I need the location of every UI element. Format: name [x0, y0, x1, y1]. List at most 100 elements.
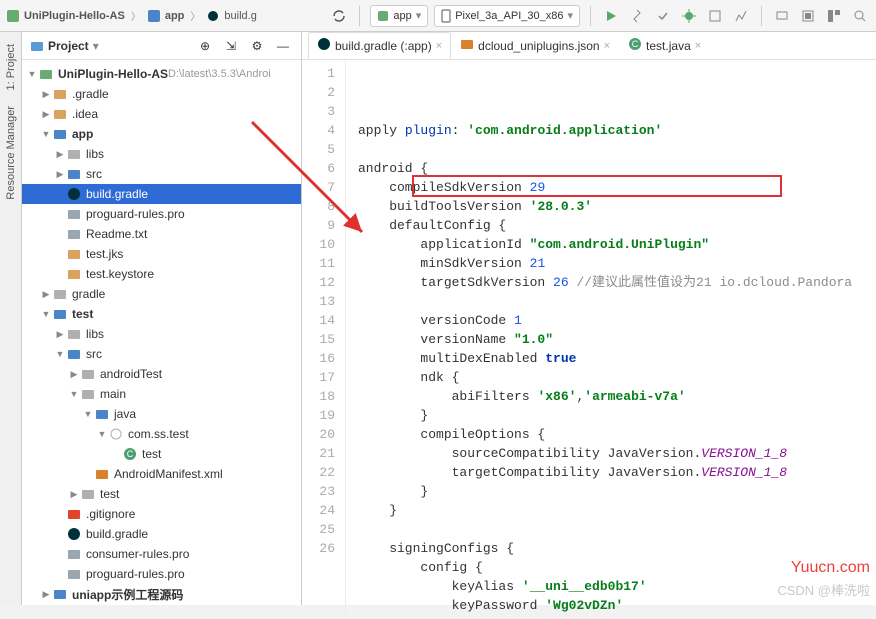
code-line[interactable]: }	[358, 406, 876, 425]
gear-icon[interactable]: ⚙	[247, 36, 267, 56]
code-line[interactable]: apply plugin: 'com.android.application'	[358, 121, 876, 140]
close-icon[interactable]: ×	[695, 40, 701, 52]
tree-node[interactable]: gradle	[22, 284, 301, 304]
tree-node[interactable]: androidTest	[22, 364, 301, 384]
apply-code-icon[interactable]	[653, 6, 673, 26]
device-selector[interactable]: Pixel_3a_API_30_x86 ▾	[434, 5, 580, 27]
tree-node[interactable]: build.gradle	[22, 184, 301, 204]
code-line[interactable]: ndk {	[358, 368, 876, 387]
breadcrumb-file[interactable]: build.g	[224, 10, 256, 22]
breadcrumb-app[interactable]: app	[165, 10, 185, 22]
hide-icon[interactable]: —	[273, 36, 293, 56]
tree-node[interactable]: test.jks	[22, 244, 301, 264]
expand-arrow-icon[interactable]	[96, 429, 108, 439]
expand-arrow-icon[interactable]	[82, 409, 94, 419]
tree-node[interactable]: build.gradle	[22, 524, 301, 544]
tree-node[interactable]: AndroidManifest.xml	[22, 464, 301, 484]
code-line[interactable]: versionName "1.0"	[358, 330, 876, 349]
collapse-icon[interactable]: ⇲	[221, 36, 241, 56]
close-icon[interactable]: ×	[604, 40, 610, 52]
code-line[interactable]	[358, 292, 876, 311]
tree-node[interactable]: .idea	[22, 104, 301, 124]
code-line[interactable]: sourceCompatibility JavaVersion.VERSION_…	[358, 444, 876, 463]
expand-arrow-icon[interactable]	[68, 369, 80, 380]
tree-node[interactable]: .gitignore	[22, 504, 301, 524]
project-view-selector[interactable]: Project ▾	[30, 39, 99, 53]
expand-arrow-icon[interactable]	[40, 289, 52, 300]
code-line[interactable]: multiDexEnabled true	[358, 349, 876, 368]
expand-arrow-icon[interactable]	[40, 309, 52, 319]
tree-node[interactable]: src	[22, 164, 301, 184]
node-label: consumer-rules.pro	[86, 547, 189, 561]
code-line[interactable]: applicationId "com.android.UniPlugin"	[358, 235, 876, 254]
tree-node[interactable]: Readme.txt	[22, 224, 301, 244]
tree-node[interactable]: libs	[22, 144, 301, 164]
tree-node[interactable]: java	[22, 404, 301, 424]
search-icon[interactable]	[850, 6, 870, 26]
code-area[interactable]: apply plugin: 'com.android.application' a…	[346, 60, 876, 619]
code-line[interactable]: targetSdkVersion 26 //建议此属性值设为21 io.dclo…	[358, 273, 876, 292]
tree-node[interactable]: uniapp示例工程源码	[22, 584, 301, 604]
code-line[interactable]: compileSdkVersion 29	[358, 178, 876, 197]
code-line[interactable]: android {	[358, 159, 876, 178]
tree-node[interactable]: libs	[22, 324, 301, 344]
editor[interactable]: 1234567891011121314151617181920212223242…	[302, 60, 876, 619]
tree-node[interactable]: .gradle	[22, 84, 301, 104]
tree-node[interactable]: test.keystore	[22, 264, 301, 284]
expand-arrow-icon[interactable]	[68, 489, 80, 500]
expand-arrow-icon[interactable]	[54, 169, 66, 180]
run-button[interactable]	[601, 6, 621, 26]
tree-node[interactable]: C test	[22, 444, 301, 464]
tree-node[interactable]: main	[22, 384, 301, 404]
run-config-selector[interactable]: app ▾	[370, 5, 428, 27]
editor-tab[interactable]: build.gradle (:app) ×	[308, 32, 451, 59]
sync-icon[interactable]	[329, 6, 349, 26]
code-line[interactable]: versionCode 1	[358, 311, 876, 330]
layout-icon[interactable]	[824, 6, 844, 26]
tree-node[interactable]: test	[22, 304, 301, 324]
code-line[interactable]: minSdkVersion 21	[358, 254, 876, 273]
tree-node[interactable]: UniPlugin-Hello-AS D:\latest\3.5.3\Andro…	[22, 64, 301, 84]
sdk-icon[interactable]	[798, 6, 818, 26]
code-line[interactable]: defaultConfig {	[358, 216, 876, 235]
expand-arrow-icon[interactable]	[40, 109, 52, 120]
settings-icon[interactable]: ⊕	[195, 36, 215, 56]
code-line[interactable]: abiFilters 'x86','armeabi-v7a'	[358, 387, 876, 406]
code-line[interactable]: }	[358, 501, 876, 520]
apply-changes-icon[interactable]	[627, 6, 647, 26]
expand-arrow-icon[interactable]	[26, 69, 38, 79]
tree-node[interactable]: test	[22, 484, 301, 504]
breadcrumb-root[interactable]: UniPlugin-Hello-AS	[24, 10, 125, 22]
tree-node[interactable]: consumer-rules.pro	[22, 544, 301, 564]
profiler-icon[interactable]	[731, 6, 751, 26]
code-line[interactable]	[358, 140, 876, 159]
expand-arrow-icon[interactable]	[40, 129, 52, 139]
coverage-icon[interactable]	[705, 6, 725, 26]
tree-node[interactable]: proguard-rules.pro	[22, 204, 301, 224]
editor-tab[interactable]: C test.java ×	[619, 32, 710, 59]
code-line[interactable]: signingConfigs {	[358, 539, 876, 558]
expand-arrow-icon[interactable]	[54, 149, 66, 160]
expand-arrow-icon[interactable]	[54, 329, 66, 340]
code-line[interactable]	[358, 520, 876, 539]
tree-node[interactable]: proguard-rules.pro	[22, 564, 301, 584]
tab-project-vertical[interactable]: 1: Project	[3, 36, 19, 98]
expand-arrow-icon[interactable]	[40, 89, 52, 100]
code-line[interactable]: buildToolsVersion '28.0.3'	[358, 197, 876, 216]
tree-node[interactable]: app	[22, 124, 301, 144]
code-line[interactable]: }	[358, 482, 876, 501]
avd-icon[interactable]	[772, 6, 792, 26]
debug-button[interactable]	[679, 6, 699, 26]
editor-tab[interactable]: dcloud_uniplugins.json ×	[451, 32, 619, 59]
close-icon[interactable]: ×	[436, 40, 442, 52]
tree-node[interactable]: com.ss.test	[22, 424, 301, 444]
project-tree[interactable]: UniPlugin-Hello-AS D:\latest\3.5.3\Andro…	[22, 60, 301, 605]
expand-arrow-icon[interactable]	[68, 389, 80, 399]
expand-arrow-icon[interactable]	[40, 589, 52, 600]
tab-resource-manager[interactable]: Resource Manager	[3, 98, 19, 208]
code-line[interactable]: compileOptions {	[358, 425, 876, 444]
code-line[interactable]: targetCompatibility JavaVersion.VERSION_…	[358, 463, 876, 482]
tree-node[interactable]: src	[22, 344, 301, 364]
expand-arrow-icon[interactable]	[54, 349, 66, 359]
module-icon	[52, 306, 68, 322]
